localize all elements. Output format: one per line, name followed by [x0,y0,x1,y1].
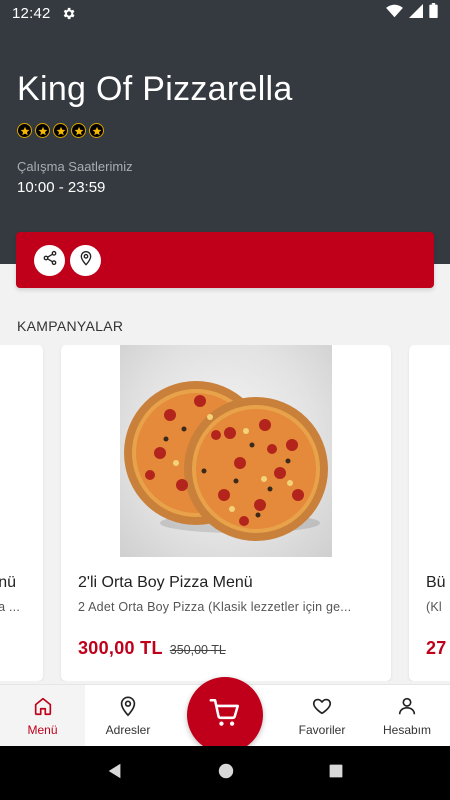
campaign-price: 300,00 TL [78,638,163,658]
campaign-name: Bü [426,574,446,591]
working-hours-label: Çalışma Saatlerimiz [17,159,133,174]
campaign-description: a ... [0,600,20,614]
location-button[interactable] [70,244,101,276]
price-row: 27 [426,638,447,659]
rating-stars [17,123,104,138]
campaign-description: 2 Adet Orta Boy Pizza (Klasik lezzetler … [78,600,352,614]
home-icon [32,695,54,720]
shop-action-bar [16,232,434,288]
back-icon[interactable] [106,762,124,785]
user-icon [396,695,418,720]
star-icon [53,123,68,138]
share-icon [42,250,58,271]
heart-icon [311,695,333,720]
campaign-card[interactable]: nü a ... [0,345,43,681]
location-pin-icon [117,695,139,720]
campaign-old-price: 350,00 TL [169,643,226,657]
nav-hesabim-label: Hesabım [382,723,432,737]
star-icon [35,123,50,138]
campaign-name: 2'li Orta Boy Pizza Menü [78,574,253,591]
signal-icon [409,3,423,23]
status-time: 12:42 [12,4,51,22]
campaign-card[interactable]: 2'li Orta Boy Pizza Menü 2 Adet Orta Boy… [61,345,391,681]
recents-icon[interactable] [328,763,344,784]
star-icon [17,123,32,138]
cart-button[interactable] [187,677,263,753]
nav-menu-label: Menü [27,723,58,737]
location-pin-icon [78,250,94,271]
shopping-cart-icon [208,696,242,735]
nav-favoriler[interactable]: Favoriler [282,685,362,747]
home-circle-icon[interactable] [217,762,235,785]
star-icon [89,123,104,138]
system-navigation-bar [0,746,450,800]
share-button[interactable] [34,244,65,276]
nav-adresler-label: Adresler [105,723,151,737]
settings-gear-icon [61,6,76,21]
star-icon [71,123,86,138]
nav-adresler[interactable]: Adresler [88,685,168,747]
pizza-image [120,345,332,557]
shop-header: King Of Pizzarella Çalışma Saatlerimiz 1… [0,26,450,264]
campaign-name: nü [0,574,16,591]
nav-hesabim[interactable]: Hesabım [367,685,447,747]
campaign-card[interactable]: Bü (Kl 27 [409,345,450,681]
campaign-description: (Kl [426,600,442,614]
working-hours-value: 10:00 - 23:59 [17,179,106,196]
status-bar: 12:42 [0,0,450,26]
campaign-price: 27 [426,638,447,658]
nav-menu[interactable]: Menü [0,685,85,747]
price-row: 300,00 TL 350,00 TL [78,638,226,659]
shop-title: King Of Pizzarella [17,70,293,108]
nav-favoriler-label: Favoriler [298,723,346,737]
campaigns-section-title: KAMPANYALAR [17,318,124,334]
campaigns-carousel[interactable]: nü a ... 2'li Orta Boy Pizza Menü 2 Adet… [0,345,450,681]
wifi-icon [386,4,403,23]
battery-icon [429,3,438,23]
